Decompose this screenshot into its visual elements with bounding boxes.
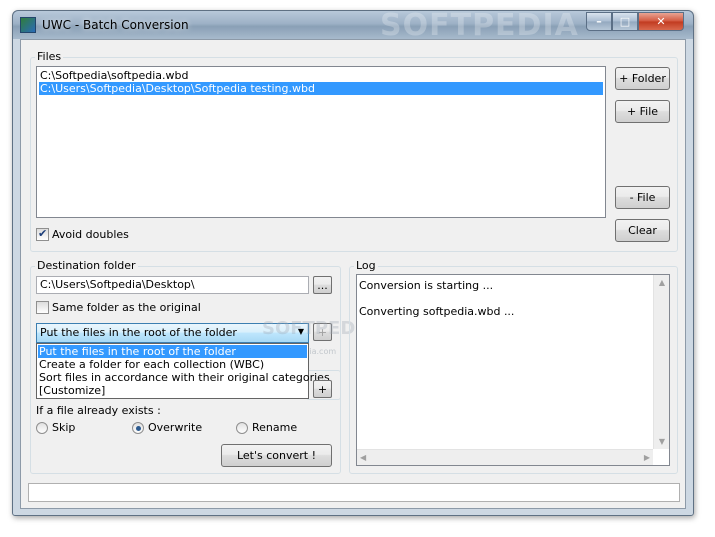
organize-dropdown-list[interactable]: Put the files in the root of the folder …	[36, 343, 330, 399]
file-row-selected[interactable]: C:\Users\Softpedia\Desktop\Softpedia tes…	[39, 82, 603, 95]
maximize-button[interactable]: □	[612, 12, 638, 31]
files-group-label: Files	[35, 50, 64, 63]
clear-button[interactable]: Clear	[615, 219, 670, 242]
log-group-label: Log	[354, 259, 378, 272]
close-icon: ✕	[656, 15, 666, 28]
add-button[interactable]: +	[313, 380, 332, 398]
file-exists-label: If a file already exists :	[36, 404, 161, 417]
file-path: C:\Users\Softpedia\Desktop\Softpedia tes…	[40, 82, 315, 95]
close-button[interactable]: ✕	[638, 12, 684, 31]
log-line: Conversion is starting ...	[359, 279, 494, 292]
app-icon	[20, 17, 36, 33]
add-folder-button[interactable]: + Folder	[615, 67, 670, 90]
window-title: UWC - Batch Conversion	[42, 18, 189, 32]
add-file-button[interactable]: + File	[615, 100, 670, 123]
log-horizontal-scrollbar[interactable]: ◀ ▶	[357, 449, 653, 465]
status-bar	[28, 483, 680, 502]
overwrite-label: Overwrite	[148, 421, 203, 434]
dropdown-option[interactable]: [Customize]	[38, 384, 307, 397]
skip-label: Skip	[52, 421, 76, 434]
scroll-down-icon[interactable]: ▼	[654, 437, 670, 446]
log-line: Converting softpedia.wbd ...	[359, 305, 515, 318]
remove-file-button[interactable]: - File	[615, 186, 670, 209]
browse-button[interactable]: ...	[313, 276, 332, 294]
files-listbox[interactable]: C:\Softpedia\softpedia.wbd C:\Users\Soft…	[36, 66, 606, 218]
overwrite-radio[interactable]	[132, 422, 144, 434]
title-watermark: SOFTPEDIA	[380, 8, 579, 43]
maximize-icon: □	[619, 15, 631, 28]
dropdown-option[interactable]: Sort files in accordance with their orig…	[38, 371, 330, 384]
log-textarea[interactable]: Conversion is starting ... Converting so…	[356, 274, 670, 466]
scroll-up-icon[interactable]: ▲	[654, 278, 670, 287]
rename-label: Rename	[252, 421, 298, 434]
organize-selected-value: Put the files in the root of the folder	[40, 326, 237, 339]
scroll-right-icon[interactable]: ▶	[644, 453, 650, 462]
destination-path-field[interactable]: C:\Users\Softpedia\Desktop\	[36, 276, 309, 294]
avoid-doubles-label: Avoid doubles	[52, 228, 129, 241]
log-vertical-scrollbar[interactable]: ▲ ▼	[653, 275, 669, 449]
same-folder-label: Same folder as the original	[52, 301, 201, 314]
minimize-icon: –	[596, 15, 602, 28]
dropdown-option[interactable]: Create a folder for each collection (WBC…	[38, 358, 307, 371]
file-path: C:\Softpedia\softpedia.wbd	[40, 69, 189, 82]
skip-radio[interactable]	[36, 422, 48, 434]
avoid-doubles-checkbox[interactable]	[36, 227, 49, 241]
rename-radio[interactable]	[236, 422, 248, 434]
same-folder-checkbox[interactable]	[36, 301, 49, 314]
file-row[interactable]: C:\Softpedia\softpedia.wbd	[39, 69, 603, 82]
destination-group-label: Destination folder	[35, 259, 138, 272]
scroll-left-icon[interactable]: ◀	[360, 453, 366, 462]
minimize-button[interactable]: –	[586, 12, 612, 31]
convert-button[interactable]: Let's convert !	[221, 444, 332, 467]
dropdown-option-selected[interactable]: Put the files in the root of the folder	[38, 345, 307, 358]
